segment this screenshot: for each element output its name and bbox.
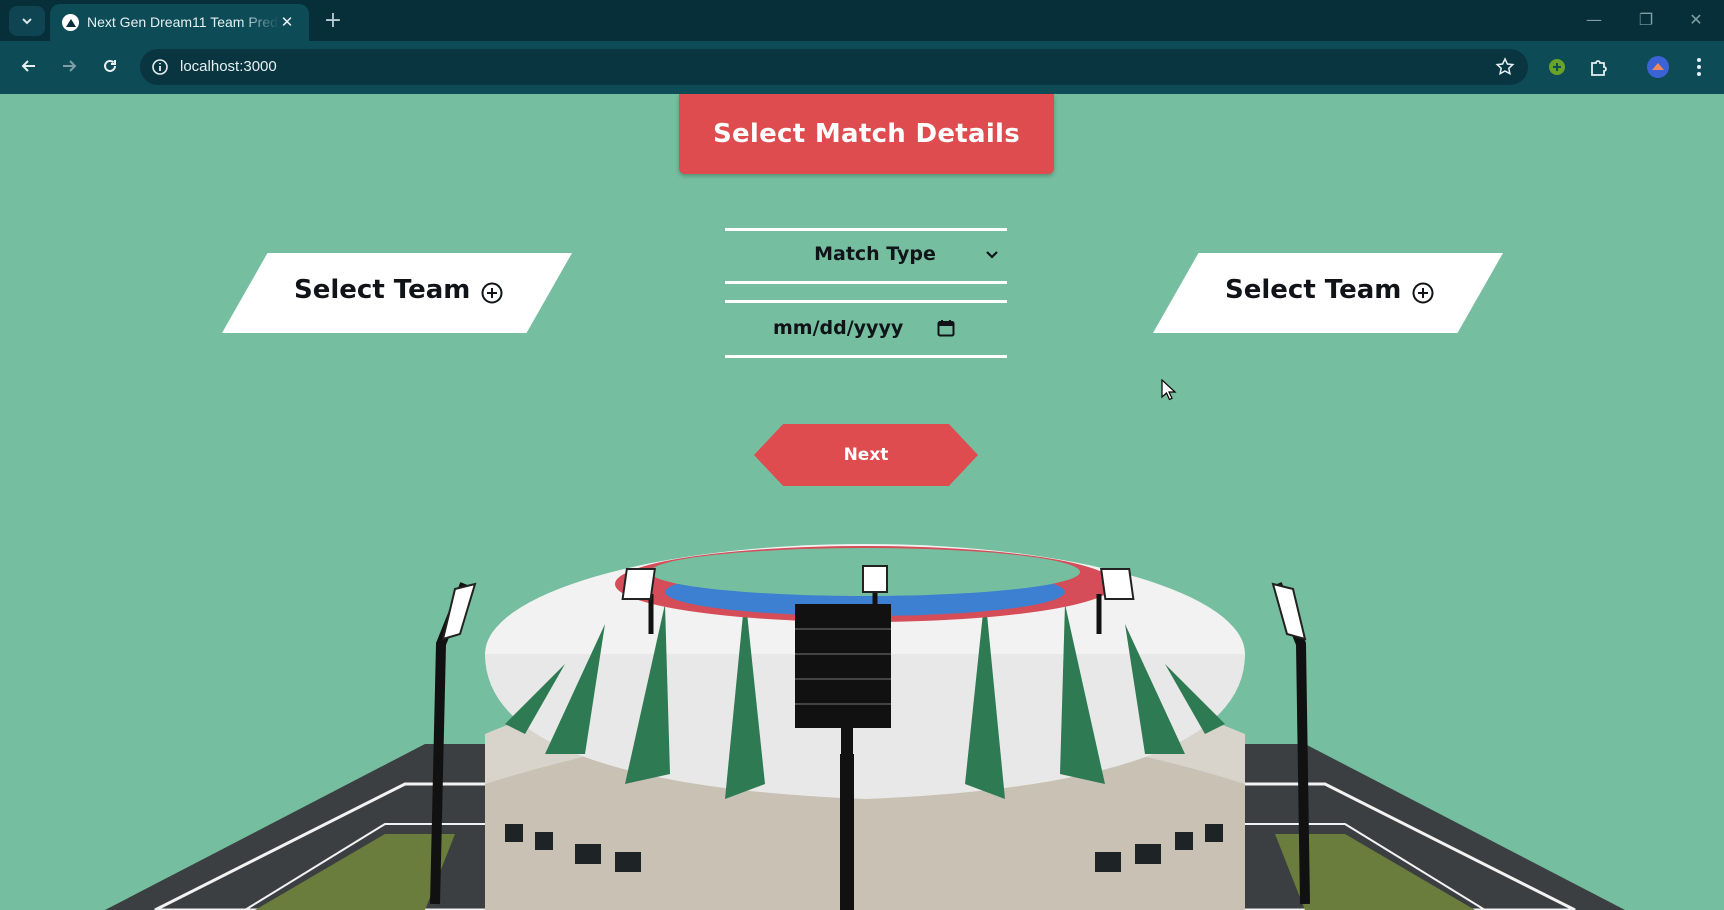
page-viewport: Select Match Details Select Team Select …	[5, 94, 1724, 910]
reload-icon	[104, 59, 116, 72]
kebab-menu-icon[interactable]	[1685, 53, 1713, 81]
date-placeholder: mm/dd/yyyy	[773, 317, 904, 339]
tab-search-button[interactable]	[9, 6, 45, 36]
select-team-left-label: Select Team	[294, 275, 471, 305]
chevron-down-icon	[22, 18, 32, 25]
select-team-right-button[interactable]: Select Team	[1153, 253, 1503, 333]
plus-circle-icon	[1412, 282, 1434, 304]
minimize-icon[interactable]: —	[1574, 6, 1614, 34]
extension-green-icon[interactable]	[1543, 53, 1571, 81]
page-title: Select Match Details	[712, 119, 1021, 149]
arrow-right-icon	[63, 60, 77, 72]
plus-circle-icon	[481, 282, 503, 304]
select-team-right-label: Select Team	[1225, 275, 1402, 305]
tab-title: Next Gen Dream11 Team Predictor	[87, 14, 279, 30]
url-text[interactable]: localhost:3000	[180, 58, 277, 75]
arrow-left-icon	[21, 60, 35, 72]
stadium-illustration	[105, 544, 1625, 910]
chevron-down-icon	[986, 251, 998, 259]
close-icon[interactable]: ✕	[277, 12, 297, 32]
new-tab-button[interactable]: +	[320, 8, 346, 34]
forward-button[interactable]	[54, 51, 84, 81]
address-bar[interactable]: localhost:3000	[140, 49, 1528, 85]
match-type-select[interactable]: Match Type	[725, 228, 1007, 284]
triangle-logo-icon	[62, 14, 79, 31]
browser-toolbar: localhost:3000	[0, 41, 1724, 94]
back-button[interactable]	[14, 51, 44, 81]
calendar-icon[interactable]	[936, 318, 956, 338]
match-type-label: Match Type	[814, 243, 936, 265]
info-icon[interactable]	[150, 57, 170, 77]
browser-tab-active[interactable]: Next Gen Dream11 Team Predictor ✕	[50, 4, 309, 41]
page-title-banner: Select Match Details	[679, 94, 1054, 174]
star-icon[interactable]	[1494, 56, 1516, 78]
extension-puzzle-icon[interactable]	[1585, 53, 1613, 81]
close-window-icon[interactable]: ✕	[1676, 6, 1716, 34]
reload-button[interactable]	[95, 51, 125, 81]
mouse-cursor-icon	[1161, 379, 1177, 401]
select-team-left-button[interactable]: Select Team	[222, 253, 572, 333]
match-date-input[interactable]: mm/dd/yyyy	[725, 300, 1007, 358]
restore-icon[interactable]: ❐	[1626, 6, 1666, 34]
browser-tab-strip: Next Gen Dream11 Team Predictor ✕ + — ❐ …	[0, 0, 1724, 41]
profile-avatar-icon[interactable]	[1644, 53, 1672, 81]
